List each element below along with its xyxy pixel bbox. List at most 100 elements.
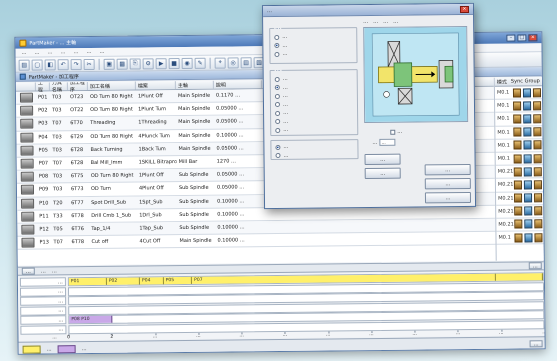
mode-row[interactable]: M0.21 xyxy=(495,165,543,180)
radio-button[interactable] xyxy=(274,93,280,99)
column-header[interactable]: 刀具名稱 xyxy=(49,80,68,93)
toolbar-button-9[interactable]: ⚙ xyxy=(142,57,154,69)
toolbar-separator xyxy=(98,58,100,70)
radio-option[interactable]: … xyxy=(275,125,354,134)
mode-row[interactable]: M0.21 xyxy=(496,218,544,232)
dialog-left-button-1[interactable]: … xyxy=(364,153,401,166)
mode-label: M0.1 xyxy=(498,234,511,241)
column-header[interactable]: 加工程序 xyxy=(67,80,88,93)
radio-button[interactable] xyxy=(275,144,281,150)
menu-item-0[interactable]: … xyxy=(21,50,26,56)
mode-label: M0.1 xyxy=(497,142,510,149)
number-input[interactable] xyxy=(379,138,396,146)
table-cell-file: 4Plunck Tum xyxy=(138,132,170,140)
toolbar-button-3[interactable]: ↶ xyxy=(57,58,69,70)
sub-spindle-icon xyxy=(523,180,532,190)
mode-row[interactable]: M0.21 xyxy=(496,191,544,206)
legend-chip-sub[interactable] xyxy=(57,344,76,353)
mode-row[interactable]: M0.1 xyxy=(495,125,543,140)
radio-option[interactable]: … xyxy=(275,151,354,160)
toolbar-button-2[interactable]: ◧ xyxy=(44,58,56,70)
toolbar-button-7[interactable]: ▦ xyxy=(116,58,128,70)
bottom-right-button[interactable]: … xyxy=(529,340,543,348)
row-tool-icon-cell xyxy=(17,237,37,248)
mode-row[interactable]: M0.21 xyxy=(495,178,544,193)
status-text-2: … xyxy=(51,267,57,274)
toolbar-button-14[interactable]: ⌖ xyxy=(214,57,226,69)
radio-button[interactable] xyxy=(275,153,281,159)
timeline-segment-main[interactable]: P05 xyxy=(163,276,193,285)
toolbar-button-1[interactable]: ▢ xyxy=(31,58,43,71)
toolbar-button-10[interactable]: ▶ xyxy=(155,57,167,69)
column-header[interactable]: 工程 xyxy=(35,80,50,94)
toolbar-button-11[interactable]: ■ xyxy=(168,57,180,69)
status-right-button[interactable]: … xyxy=(528,262,542,270)
status-left-button[interactable]: … xyxy=(21,267,35,275)
radio-button[interactable] xyxy=(274,34,280,40)
legend-chip-main[interactable] xyxy=(22,345,41,354)
option-checkbox-row[interactable]: … xyxy=(390,129,402,135)
column-header[interactable]: 說明 xyxy=(213,80,262,89)
toolbar-button-15[interactable]: ◎ xyxy=(227,56,239,69)
table-cell-no: P10 xyxy=(39,200,49,207)
dialog-close-button[interactable]: × xyxy=(459,5,470,13)
ok-button[interactable]: … xyxy=(424,191,472,204)
timeline-segment-main[interactable]: P04 xyxy=(139,277,164,285)
toolbar-button-16[interactable]: ▥ xyxy=(240,56,252,68)
timeline-segment-main[interactable] xyxy=(495,273,543,281)
toolbar-button-8[interactable]: ⎘ xyxy=(129,57,141,70)
toolbar-button-0[interactable]: ▤ xyxy=(18,59,30,71)
cancel-button[interactable]: … xyxy=(424,177,471,190)
table-cell-desc: 0.10000 … xyxy=(217,197,245,205)
mode-row[interactable]: M0.1 xyxy=(495,152,543,166)
timeline-row-label: … xyxy=(20,296,67,306)
table-cell-t: T03 xyxy=(52,107,62,114)
mode-row[interactable]: M0.21 xyxy=(496,204,544,219)
maximize-button[interactable]: □ xyxy=(517,34,527,42)
menu-item-4[interactable]: … xyxy=(73,49,78,55)
status-text-1: … xyxy=(40,267,46,275)
toolbar-button-6[interactable]: ▣ xyxy=(103,58,115,70)
close-button[interactable]: × xyxy=(528,34,538,42)
timeline-tick-label: 2 xyxy=(110,334,114,340)
minimize-button[interactable]: – xyxy=(506,34,516,42)
dialog-right-button-1[interactable]: … xyxy=(424,163,471,176)
radio-button[interactable] xyxy=(274,102,281,108)
radio-option[interactable]: … xyxy=(274,49,353,58)
option-checkbox[interactable] xyxy=(390,129,396,135)
toolbar-button-13[interactable]: ✎ xyxy=(194,57,206,69)
timeline-segment-label: P05 xyxy=(165,278,175,284)
radio-button[interactable] xyxy=(274,85,280,91)
dialog-left-button-2[interactable]: … xyxy=(364,167,401,180)
mode-row[interactable]: M0.1 xyxy=(495,99,543,114)
table-cell-no: P02 xyxy=(38,107,48,114)
menu-item-3[interactable]: … xyxy=(60,49,65,55)
radio-button[interactable] xyxy=(274,43,280,49)
menu-item-1[interactable]: … xyxy=(34,50,39,56)
column-header[interactable]: 加工名稱 xyxy=(87,81,136,91)
column-header[interactable]: 主軸 xyxy=(175,80,214,90)
radio-button[interactable] xyxy=(274,76,280,82)
mode-label: M0.21 xyxy=(498,208,514,215)
timeline-segment-sub[interactable]: P08 P10 xyxy=(69,315,113,324)
mode-row[interactable]: M0.1 xyxy=(495,112,543,127)
table-cell-t: T33 xyxy=(53,213,63,220)
radio-button[interactable] xyxy=(275,110,281,116)
timeline-segment-main[interactable]: P02 xyxy=(106,277,141,285)
menu-item-2[interactable]: … xyxy=(47,49,52,55)
radio-button[interactable] xyxy=(274,51,280,57)
radio-button[interactable] xyxy=(275,119,281,125)
menu-item-6[interactable]: … xyxy=(99,49,104,55)
dialog-hint-text: … xyxy=(373,18,379,25)
radio-button[interactable] xyxy=(275,127,281,133)
timeline-segment-main[interactable]: P01 xyxy=(68,277,107,286)
tool-icon xyxy=(534,193,543,203)
toolbar-button-5[interactable]: ✂ xyxy=(83,58,95,70)
menu-item-5[interactable]: … xyxy=(86,49,91,55)
column-header[interactable]: 檔案 xyxy=(135,81,176,90)
mode-row[interactable]: M0.1 xyxy=(496,231,544,245)
mode-row[interactable]: M0.1 xyxy=(495,138,543,153)
toolbar-button-4[interactable]: ↷ xyxy=(70,58,82,70)
mode-row[interactable]: M0.1 xyxy=(494,86,543,100)
toolbar-button-12[interactable]: ◉ xyxy=(181,57,193,69)
